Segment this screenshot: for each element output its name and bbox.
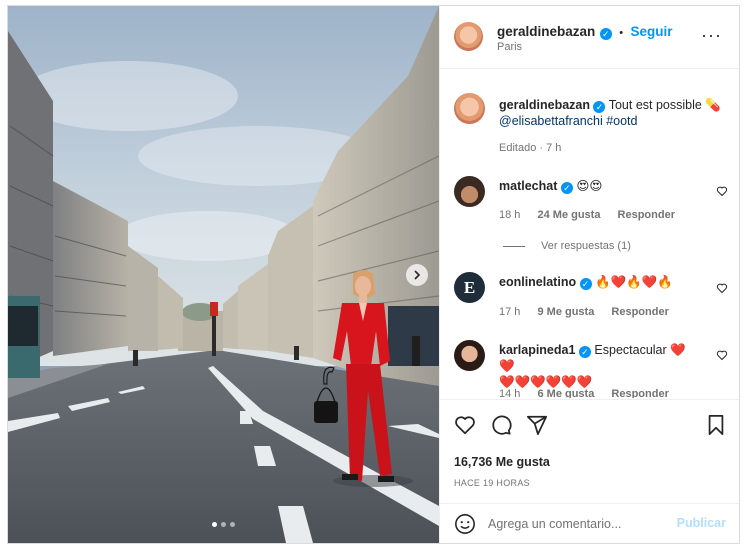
replies-divider [503, 245, 525, 247]
comment-author[interactable]: eonlinelatino [499, 275, 576, 289]
comment-author[interactable]: matlechat [499, 179, 557, 193]
comment: matlechat ✓ 😍😍 [499, 178, 602, 194]
share-send-icon[interactable] [526, 414, 548, 436]
caption-edited-time: Editado · 7 h [499, 142, 562, 154]
comment-author[interactable]: karlapineda1 [499, 343, 575, 357]
comment-meta: 14 h 6 Me gusta Responder [499, 388, 669, 398]
comment-time: 17 h [499, 306, 521, 318]
comment-composer: Publicar [440, 503, 739, 543]
caption: geraldinebazan ✓ Tout est possible 💊 @el… [499, 97, 731, 129]
comment-likes[interactable]: 9 Me gusta [537, 306, 594, 318]
comment-meta: 18 h 24 Me gusta Responder [499, 209, 675, 221]
comment-likes[interactable]: 6 Me gusta [537, 388, 594, 398]
post-timestamp: HACE 19 HORAS [454, 478, 530, 488]
like-comment-icon[interactable] [716, 185, 728, 197]
carousel-dot [212, 522, 217, 527]
caption-text: Tout est possible [608, 98, 702, 112]
emoji-smiley-icon[interactable] [454, 513, 476, 535]
verified-badge-icon: ✓ [599, 28, 612, 40]
comment-text: 😍😍 [576, 179, 603, 193]
reply-button[interactable]: Responder [611, 306, 668, 318]
like-heart-icon[interactable] [454, 414, 476, 436]
pill-emoji: 💊 [705, 98, 721, 112]
post-actions: 16,736 Me gusta HACE 19 HORAS [440, 399, 739, 503]
comment-text-continued: ❤️❤️❤️❤️❤️❤️ [499, 375, 593, 389]
verified-badge-icon: ✓ [579, 278, 592, 290]
comment-time: 14 h [499, 388, 521, 398]
comment: karlapineda1 ✓ Espectacular ❤️❤️ ❤️❤️❤️❤… [499, 342, 699, 390]
comment: eonlinelatino ✓ 🔥❤️🔥❤️🔥 [499, 274, 673, 290]
author-username[interactable]: geraldinebazan [497, 24, 595, 39]
comment-meta: 17 h 9 Me gusta Responder [499, 306, 669, 318]
publish-button[interactable]: Publicar [677, 516, 726, 530]
verified-badge-icon: ✓ [560, 182, 573, 194]
separator-dot: • [619, 27, 624, 39]
comment-avatar[interactable] [454, 340, 485, 371]
next-slide-button[interactable] [406, 264, 428, 286]
comment-time: 18 h [499, 209, 521, 221]
reply-button[interactable]: Responder [611, 388, 668, 398]
comment-bubble-icon[interactable] [490, 414, 512, 436]
comment-text: 🔥❤️🔥❤️🔥 [595, 275, 673, 289]
comment-avatar[interactable] [454, 176, 485, 207]
chevron-right-icon [414, 270, 421, 280]
likes-count[interactable]: 16,736 Me gusta [454, 455, 550, 469]
view-replies-label: Ver respuestas (1) [541, 240, 631, 252]
save-bookmark-icon[interactable] [706, 414, 726, 436]
comments-list[interactable]: geraldinebazan ✓ Tout est possible 💊 @el… [440, 70, 739, 398]
carousel-indicator [8, 522, 439, 527]
follow-button[interactable]: Seguir [631, 24, 673, 39]
post-side-panel: geraldinebazan ✓ • Seguir Paris ··· gera… [439, 6, 739, 543]
reply-button[interactable]: Responder [618, 209, 675, 221]
like-comment-icon[interactable] [716, 349, 728, 361]
caption-hashtag-link[interactable]: #ootd [606, 114, 637, 128]
comment-likes[interactable]: 24 Me gusta [537, 209, 600, 221]
caption-author[interactable]: geraldinebazan [499, 98, 590, 112]
like-comment-icon[interactable] [716, 282, 728, 294]
verified-badge-icon: ✓ [593, 101, 606, 113]
post-photo[interactable] [8, 6, 439, 543]
paris-street-scene [8, 6, 439, 543]
author-avatar[interactable] [454, 22, 483, 51]
caption-author-avatar[interactable] [454, 93, 485, 124]
view-replies-button[interactable]: Ver respuestas (1) [503, 240, 631, 252]
verified-badge-icon: ✓ [578, 346, 591, 358]
post-header: geraldinebazan ✓ • Seguir Paris ··· [440, 6, 739, 69]
more-options-icon[interactable]: ··· [701, 26, 722, 44]
comment-avatar[interactable]: E [454, 272, 485, 303]
comment-input[interactable] [488, 514, 668, 534]
post-dialog: geraldinebazan ✓ • Seguir Paris ··· gera… [7, 5, 740, 544]
post-location[interactable]: Paris [497, 41, 522, 53]
carousel-dot [221, 522, 226, 527]
carousel-dot [230, 522, 235, 527]
caption-mention-link[interactable]: @elisabettafranchi [499, 114, 603, 128]
